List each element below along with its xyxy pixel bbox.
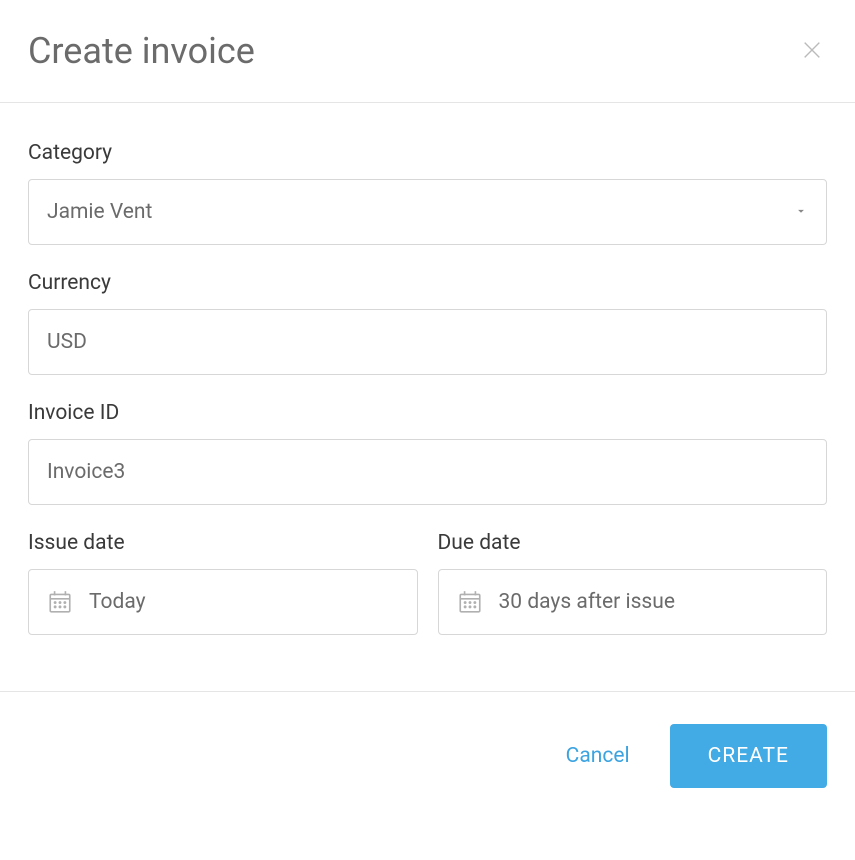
currency-input[interactable]: [28, 309, 827, 375]
date-row: Issue date: [28, 531, 827, 661]
issue-date-label: Issue date: [28, 531, 418, 555]
issue-date-picker[interactable]: Today: [28, 569, 418, 635]
invoice-id-label: Invoice ID: [28, 401, 827, 425]
category-label: Category: [28, 141, 827, 165]
issue-date-group: Issue date: [28, 531, 418, 635]
modal-header: Create invoice: [0, 0, 855, 103]
create-invoice-modal: Create invoice Category Jamie Vent: [0, 0, 855, 788]
invoice-id-input[interactable]: [28, 439, 827, 505]
modal-body: Category Jamie Vent Currency Invoice ID: [0, 103, 855, 691]
due-date-picker[interactable]: 30 days after issue: [438, 569, 828, 635]
calendar-icon: [457, 589, 483, 615]
due-date-value: 30 days after issue: [499, 590, 675, 614]
cancel-button[interactable]: Cancel: [566, 744, 630, 768]
create-button[interactable]: CREATE: [670, 724, 827, 788]
close-button[interactable]: [797, 35, 827, 68]
issue-date-value: Today: [89, 590, 146, 614]
invoice-id-group: Invoice ID: [28, 401, 827, 505]
due-date-group: Due date: [438, 531, 828, 661]
category-group: Category Jamie Vent: [28, 141, 827, 245]
category-value: Jamie Vent: [47, 200, 152, 224]
calendar-icon: [47, 589, 73, 615]
currency-group: Currency: [28, 271, 827, 375]
currency-label: Currency: [28, 271, 827, 295]
chevron-down-icon: [794, 200, 808, 224]
modal-footer: Cancel CREATE: [0, 691, 855, 788]
modal-title: Create invoice: [28, 30, 255, 72]
due-date-label: Due date: [438, 531, 828, 555]
category-select[interactable]: Jamie Vent: [28, 179, 827, 245]
close-icon: [801, 39, 823, 64]
